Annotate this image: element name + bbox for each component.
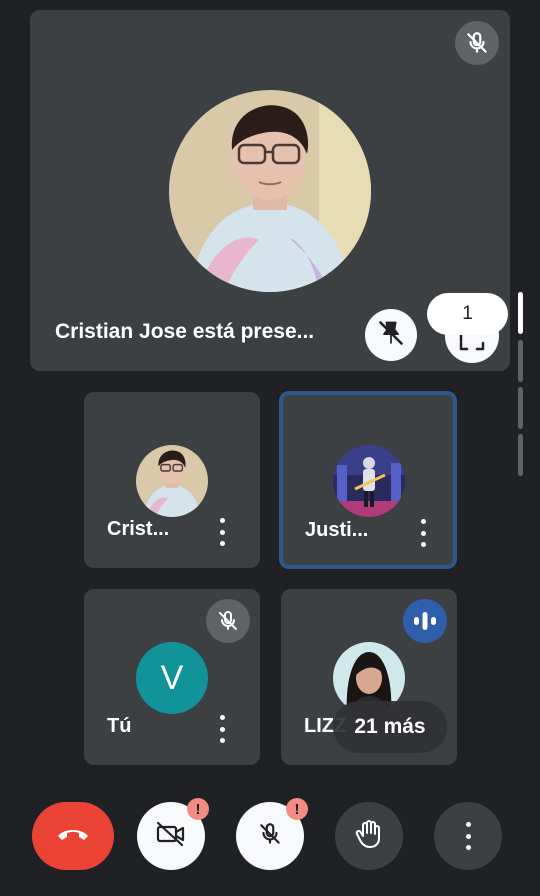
you-letter-avatar: V bbox=[136, 642, 208, 714]
mic-off-icon bbox=[257, 821, 283, 852]
tile-options-button[interactable] bbox=[413, 516, 433, 550]
participant-name: Crist... bbox=[107, 518, 170, 540]
fullscreen-icon bbox=[459, 333, 485, 356]
participant-name: Justi... bbox=[305, 519, 369, 541]
participant-tile-justi[interactable]: Justi... bbox=[279, 391, 457, 569]
camera-off-icon bbox=[155, 820, 187, 853]
participant-name: Tú bbox=[107, 715, 132, 737]
participant-count-badge[interactable]: 1 bbox=[427, 293, 508, 335]
mic-off-icon bbox=[455, 21, 499, 65]
speaking-icon bbox=[403, 599, 447, 643]
mic-off-icon bbox=[206, 599, 250, 643]
participant-tile-you[interactable]: V Tú bbox=[84, 589, 260, 765]
more-participants-button[interactable]: 21 más bbox=[333, 701, 447, 753]
hand-icon bbox=[355, 819, 383, 854]
mic-alert-badge: ! bbox=[286, 798, 308, 820]
scroll-page-3[interactable] bbox=[518, 387, 523, 429]
cristian-small-avatar bbox=[136, 445, 208, 517]
unpin-icon bbox=[377, 319, 405, 352]
tile-options-button[interactable] bbox=[212, 712, 232, 746]
cristian-avatar bbox=[169, 90, 371, 292]
hang-up-button[interactable] bbox=[32, 802, 114, 870]
unpin-button[interactable] bbox=[365, 309, 417, 361]
participant-tile-cristian[interactable]: Crist... bbox=[84, 392, 260, 568]
tile-options-button[interactable] bbox=[212, 515, 232, 549]
scroll-page-4[interactable] bbox=[518, 434, 523, 476]
more-vert-icon bbox=[458, 819, 478, 853]
presenter-name: Cristian Jose está prese... bbox=[55, 320, 315, 343]
camera-alert-badge: ! bbox=[187, 798, 209, 820]
more-options-button[interactable] bbox=[434, 802, 502, 870]
scroll-page-2[interactable] bbox=[518, 340, 523, 382]
mic-toggle-button[interactable]: ! bbox=[236, 798, 308, 870]
phone-hangup-icon bbox=[56, 826, 90, 847]
scrollbar-thumb[interactable] bbox=[518, 292, 523, 334]
raise-hand-button[interactable] bbox=[335, 802, 403, 870]
justi-avatar bbox=[333, 445, 405, 517]
camera-toggle-button[interactable]: ! bbox=[137, 798, 209, 870]
